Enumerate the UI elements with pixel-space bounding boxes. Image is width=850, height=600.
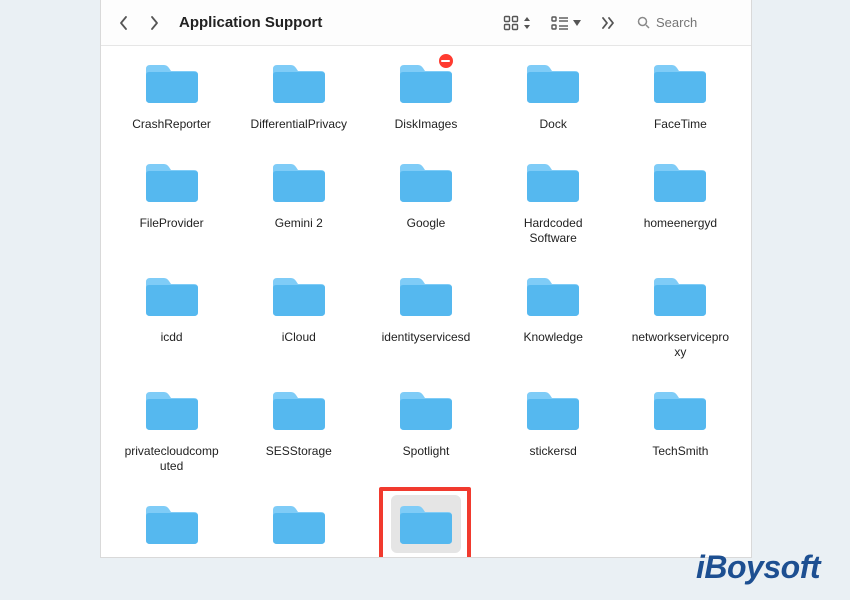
group-mode-button[interactable] (545, 16, 587, 30)
folder-item[interactable]: Blender (365, 493, 486, 557)
folder-icon (264, 54, 334, 112)
folder-item[interactable]: tipsd (111, 493, 232, 557)
folder-icon (137, 495, 207, 553)
folder-label: FaceTime (649, 116, 712, 133)
folder-label: CrashReporter (127, 116, 216, 133)
folder-icon (264, 267, 334, 325)
folder-item[interactable]: Hardcoded Software (493, 151, 614, 247)
toolbar: Application Support (101, 0, 751, 46)
folder-icon (518, 267, 588, 325)
folder-icon (264, 153, 334, 211)
folder-label: iCloud (277, 329, 321, 346)
folder-item[interactable]: SESStorage (238, 379, 359, 475)
forward-button[interactable] (143, 12, 165, 34)
folder-icon (518, 54, 588, 112)
folder-label: DifferentialPrivacy (246, 116, 352, 133)
folder-item[interactable]: privatecloudcomputed (111, 379, 232, 475)
folder-icon (264, 381, 334, 439)
folder-label: identityservicesd (377, 329, 476, 346)
folder-label: stickersd (525, 443, 582, 460)
folder-icon (391, 381, 461, 439)
folder-icon (645, 381, 715, 439)
folder-icon (391, 54, 461, 112)
folder-item[interactable]: identityservicesd (365, 265, 486, 361)
folder-item[interactable]: Google (365, 151, 486, 247)
folder-label: networkserviceproxy (625, 329, 735, 361)
folder-item[interactable]: iCloud (238, 265, 359, 361)
folder-item[interactable]: Dock (493, 52, 614, 133)
folder-icon (645, 267, 715, 325)
folder-item[interactable]: DifferentialPrivacy (238, 52, 359, 133)
folder-icon (391, 153, 461, 211)
watermark-logo: iBoysoft (696, 549, 820, 586)
folder-label: homeenergyd (639, 215, 722, 232)
folder-label: Hardcoded Software (498, 215, 608, 247)
search-input[interactable] (656, 15, 726, 30)
folder-item[interactable]: FaceTime (620, 52, 741, 133)
folder-label: privatecloudcomputed (117, 443, 227, 475)
location-title: Application Support (179, 14, 322, 31)
folder-icon (391, 495, 461, 553)
folder-label: Dock (535, 116, 572, 133)
folder-item[interactable]: Spotlight (365, 379, 486, 475)
folder-icon (137, 153, 207, 211)
chevrons-right-icon (601, 17, 615, 29)
no-entry-badge-icon (437, 52, 455, 70)
finder-window: Application Support (100, 0, 752, 558)
folder-content[interactable]: CrashReporter DifferentialPrivacy DiskIm… (101, 46, 751, 557)
chevron-down-icon (573, 20, 581, 26)
folder-icon (137, 381, 207, 439)
more-toolbar-button[interactable] (595, 17, 621, 29)
folder-icon (518, 381, 588, 439)
folder-item[interactable]: homeenergyd (620, 151, 741, 247)
folder-label: Knowledge (519, 329, 588, 346)
updown-icon (523, 17, 531, 29)
folder-label: SESStorage (261, 443, 337, 460)
folder-item[interactable]: icdd (111, 265, 232, 361)
folder-item[interactable]: FileProvider (111, 151, 232, 247)
folder-label: icdd (156, 329, 188, 346)
search-icon (637, 16, 650, 29)
folder-item[interactable]: CrashReporter (111, 52, 232, 133)
back-button[interactable] (113, 12, 135, 34)
folder-label: DiskImages (390, 116, 463, 133)
group-icon (551, 16, 569, 30)
folder-icon (391, 267, 461, 325)
folder-icon (264, 495, 334, 553)
folder-item[interactable]: Knowledge (493, 265, 614, 361)
folder-icon (137, 54, 207, 112)
folder-icon (645, 153, 715, 211)
folder-item[interactable]: DiskImages (365, 52, 486, 133)
icon-grid: CrashReporter DifferentialPrivacy DiskIm… (111, 52, 741, 557)
folder-item[interactable]: videosubscriptionsd (238, 493, 359, 557)
folder-item[interactable]: networkserviceproxy (620, 265, 741, 361)
folder-label: Gemini 2 (270, 215, 328, 232)
folder-icon (645, 54, 715, 112)
folder-icon (137, 267, 207, 325)
folder-item[interactable]: TechSmith (620, 379, 741, 475)
folder-label: FileProvider (135, 215, 209, 232)
folder-label: TechSmith (647, 443, 713, 460)
grid-view-icon (503, 15, 519, 31)
search-field[interactable] (629, 11, 739, 34)
folder-item[interactable]: stickersd (493, 379, 614, 475)
view-mode-button[interactable] (497, 15, 537, 31)
folder-item[interactable]: Gemini 2 (238, 151, 359, 247)
folder-label: Google (402, 215, 451, 232)
folder-label: Spotlight (398, 443, 455, 460)
folder-icon (518, 153, 588, 211)
